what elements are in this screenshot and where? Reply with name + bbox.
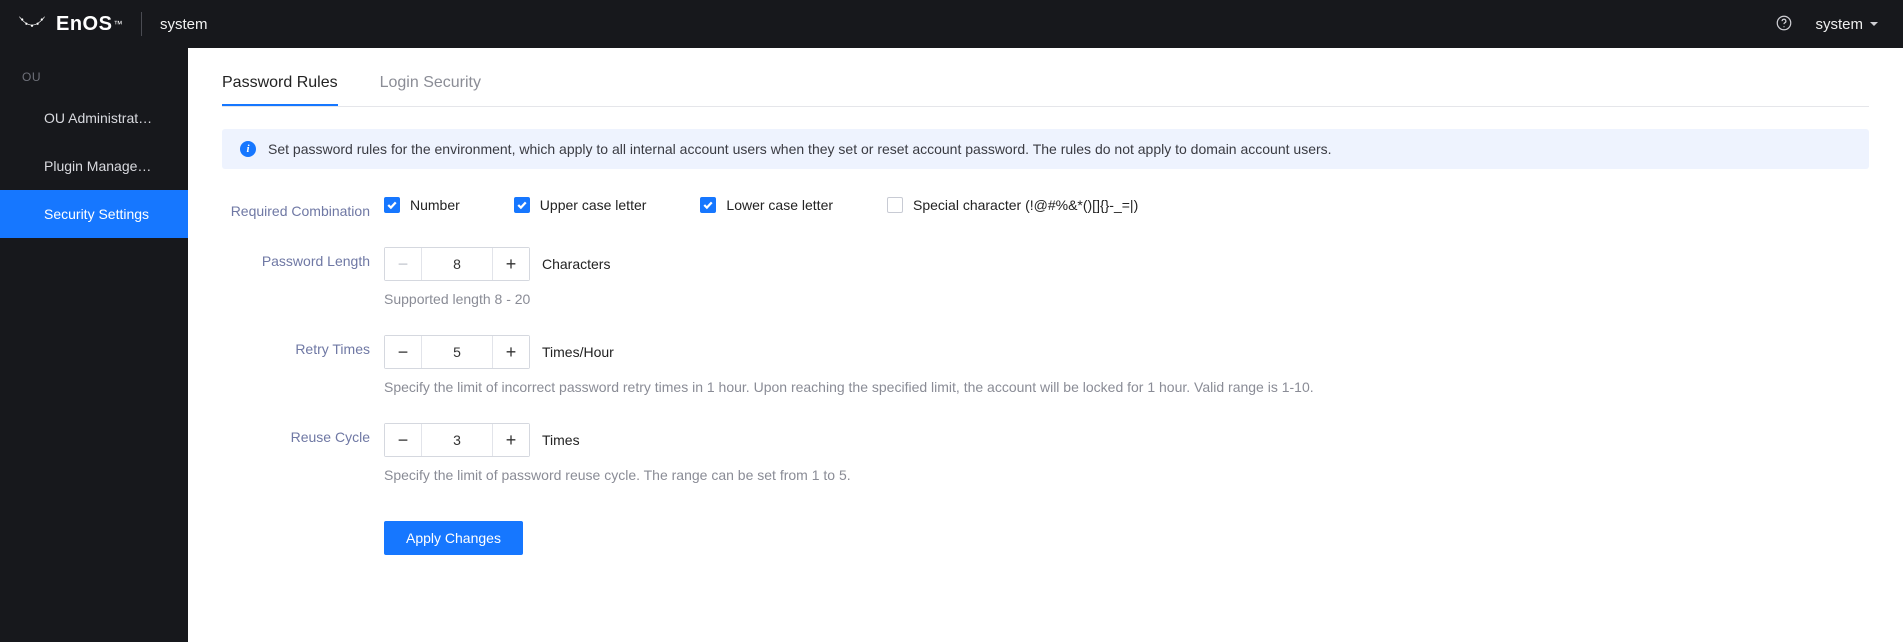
retry-times-unit: Times/Hour bbox=[542, 344, 614, 360]
password-length-unit: Characters bbox=[542, 256, 610, 272]
tabs: Password Rules Login Security bbox=[222, 74, 1869, 107]
password-length-value[interactable]: 8 bbox=[422, 248, 492, 280]
reuse-cycle-hint: Specify the limit of password reuse cycl… bbox=[384, 467, 1869, 483]
checkbox-lower[interactable]: Lower case letter bbox=[700, 197, 833, 213]
reuse-cycle-stepper: − 3 + bbox=[384, 423, 530, 457]
reuse-cycle-increment[interactable]: + bbox=[493, 424, 529, 456]
check-icon bbox=[700, 197, 716, 213]
context-label: system bbox=[160, 16, 208, 33]
retry-times-hint: Specify the limit of incorrect password … bbox=[384, 379, 1869, 395]
check-icon bbox=[514, 197, 530, 213]
sidebar-item-label: OU Administrat… bbox=[44, 110, 152, 126]
apply-changes-button[interactable]: Apply Changes bbox=[384, 521, 523, 555]
info-banner-text: Set password rules for the environment, … bbox=[268, 141, 1332, 157]
checkbox-label: Number bbox=[410, 197, 460, 213]
check-icon bbox=[384, 197, 400, 213]
password-length-hint: Supported length 8 - 20 bbox=[384, 291, 1869, 307]
reuse-cycle-unit: Times bbox=[542, 432, 580, 448]
sidebar-item-ou-admin[interactable]: OU Administrat… bbox=[0, 94, 188, 142]
label-required-combination: Required Combination bbox=[222, 197, 384, 219]
chevron-down-icon bbox=[1869, 16, 1879, 33]
info-banner: i Set password rules for the environment… bbox=[222, 129, 1869, 169]
password-length-decrement[interactable]: − bbox=[385, 248, 421, 280]
brand-group: EnOS™ bbox=[18, 13, 123, 36]
reuse-cycle-decrement[interactable]: − bbox=[385, 424, 421, 456]
tab-password-rules[interactable]: Password Rules bbox=[222, 74, 338, 106]
retry-times-value[interactable]: 5 bbox=[422, 336, 492, 368]
brand-text: EnOS™ bbox=[56, 13, 123, 36]
sidebar: OU OU Administrat… Plugin Manage… Securi… bbox=[0, 48, 188, 642]
main-content: Password Rules Login Security i Set pass… bbox=[188, 48, 1903, 642]
divider bbox=[141, 12, 142, 36]
label-retry-times: Retry Times bbox=[222, 335, 384, 357]
tab-login-security[interactable]: Login Security bbox=[380, 74, 481, 106]
password-length-stepper: − 8 + bbox=[384, 247, 530, 281]
label-reuse-cycle: Reuse Cycle bbox=[222, 423, 384, 445]
help-icon[interactable] bbox=[1775, 14, 1793, 35]
retry-times-decrement[interactable]: − bbox=[385, 336, 421, 368]
check-icon bbox=[887, 197, 903, 213]
checkbox-label: Lower case letter bbox=[726, 197, 833, 213]
user-label: system bbox=[1815, 16, 1863, 33]
sidebar-section: OU bbox=[0, 70, 188, 84]
sidebar-item-security-settings[interactable]: Security Settings bbox=[0, 190, 188, 238]
retry-times-increment[interactable]: + bbox=[493, 336, 529, 368]
topbar: EnOS™ system system bbox=[0, 0, 1903, 48]
checkbox-special[interactable]: Special character (!@#%&*()[]{}-_=|) bbox=[887, 197, 1138, 213]
checkbox-upper[interactable]: Upper case letter bbox=[514, 197, 647, 213]
password-length-increment[interactable]: + bbox=[493, 248, 529, 280]
user-dropdown[interactable]: system bbox=[1815, 16, 1879, 33]
sidebar-item-plugin-manage[interactable]: Plugin Manage… bbox=[0, 142, 188, 190]
checkbox-number[interactable]: Number bbox=[384, 197, 460, 213]
sidebar-item-label: Plugin Manage… bbox=[44, 158, 151, 174]
reuse-cycle-value[interactable]: 3 bbox=[422, 424, 492, 456]
label-password-length: Password Length bbox=[222, 247, 384, 269]
info-icon: i bbox=[240, 141, 256, 157]
checkbox-label: Special character (!@#%&*()[]{}-_=|) bbox=[913, 197, 1138, 213]
logo-icon bbox=[18, 14, 46, 35]
retry-times-stepper: − 5 + bbox=[384, 335, 530, 369]
sidebar-item-label: Security Settings bbox=[44, 206, 149, 222]
checkbox-label: Upper case letter bbox=[540, 197, 647, 213]
